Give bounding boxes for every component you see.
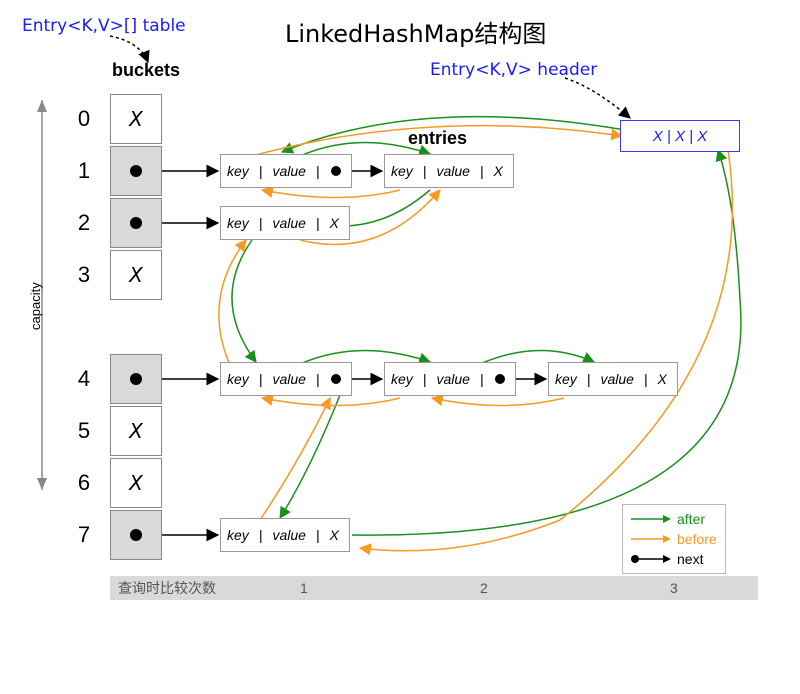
legend-row-after: after — [629, 509, 717, 529]
legend-before-label: before — [677, 531, 717, 547]
entry-key: key — [385, 163, 419, 179]
footer-bar: 查询时比较次数 1 2 3 — [110, 576, 758, 600]
bucket-mark: X — [129, 107, 143, 131]
entry-key: key — [221, 371, 255, 387]
footer-tick: 1 — [300, 580, 308, 596]
sep: | — [419, 163, 431, 179]
entry-node: key| value| X — [548, 362, 678, 396]
capacity-label: capacity — [28, 282, 43, 330]
entry-null: X — [324, 527, 345, 543]
bucket-index: 0 — [70, 106, 98, 132]
bucket-mark: X — [129, 471, 143, 495]
header-entry-cells: X | X | X — [653, 128, 707, 145]
legend-after-icon — [629, 513, 671, 525]
legend-after-label: after — [677, 511, 705, 527]
pointer-dot-icon — [130, 529, 142, 541]
entries-label: entries — [408, 128, 467, 149]
legend-row-before: before — [629, 529, 717, 549]
footer-label: 查询时比较次数 — [110, 578, 216, 598]
bucket-cell: X — [110, 406, 162, 456]
bucket-cell — [110, 198, 162, 248]
sep: | — [312, 215, 324, 231]
bucket-index: 4 — [70, 366, 98, 392]
bucket-cell — [110, 146, 162, 196]
entry-null: X — [652, 371, 673, 387]
sep: | — [583, 371, 595, 387]
footer-tick: 3 — [670, 580, 678, 596]
entry-key: key — [221, 527, 255, 543]
entry-key: key — [549, 371, 583, 387]
sep: | — [419, 371, 431, 387]
bucket-mark: X — [129, 419, 143, 443]
pointer-dot-icon — [130, 373, 142, 385]
bucket-index: 2 — [70, 210, 98, 236]
table-label: Entry<K,V>[] table — [22, 16, 186, 36]
pointer-dot-icon — [130, 217, 142, 229]
legend-before-icon — [629, 533, 671, 545]
sep: | — [312, 371, 324, 387]
entry-node: key| value| — [220, 362, 352, 396]
entry-key: key — [385, 371, 419, 387]
diagram-title: LinkedHashMap结构图 — [285, 14, 546, 49]
bucket-cell: X — [110, 458, 162, 508]
entry-value: value — [430, 371, 475, 387]
sep: | — [312, 527, 324, 543]
bucket-cell: X — [110, 250, 162, 300]
sep: | — [476, 163, 488, 179]
entry-key: key — [221, 215, 255, 231]
footer-tick: 2 — [480, 580, 488, 596]
entry-node: key| value| — [220, 154, 352, 188]
legend-next-label: next — [677, 551, 703, 567]
entry-value: value — [266, 163, 311, 179]
pointer-dot-icon — [495, 374, 505, 384]
pointer-dot-icon — [130, 165, 142, 177]
sep: | — [640, 371, 652, 387]
entry-node: key| value| X — [220, 206, 350, 240]
entry-null: X — [324, 215, 345, 231]
entry-node: key| value| X — [220, 518, 350, 552]
entry-value: value — [266, 371, 311, 387]
pointer-dot-icon — [331, 374, 341, 384]
buckets-label: buckets — [112, 60, 180, 81]
bucket-index: 5 — [70, 418, 98, 444]
entry-value: value — [266, 527, 311, 543]
bucket-cell — [110, 510, 162, 560]
bucket-cell — [110, 354, 162, 404]
sep: | — [476, 371, 488, 387]
sep: | — [312, 163, 324, 179]
header-label: Entry<K,V> header — [430, 60, 597, 80]
legend-next-icon — [629, 553, 671, 565]
legend: after before next — [622, 504, 726, 574]
bucket-mark: X — [129, 263, 143, 287]
entry-node: key| value| X — [384, 154, 514, 188]
sep: | — [255, 163, 267, 179]
entry-node: key| value| — [384, 362, 516, 396]
bucket-cell: X — [110, 94, 162, 144]
entry-value: value — [594, 371, 639, 387]
bucket-index: 6 — [70, 470, 98, 496]
entry-value: value — [266, 215, 311, 231]
bucket-index: 1 — [70, 158, 98, 184]
pointer-dot-icon — [331, 166, 341, 176]
entry-key: key — [221, 163, 255, 179]
sep: | — [255, 215, 267, 231]
entry-null: X — [488, 163, 509, 179]
sep: | — [255, 371, 267, 387]
entry-value: value — [430, 163, 475, 179]
bucket-index: 7 — [70, 522, 98, 548]
legend-row-next: next — [629, 549, 717, 569]
bucket-index: 3 — [70, 262, 98, 288]
sep: | — [255, 527, 267, 543]
header-entry: X | X | X — [620, 120, 740, 152]
